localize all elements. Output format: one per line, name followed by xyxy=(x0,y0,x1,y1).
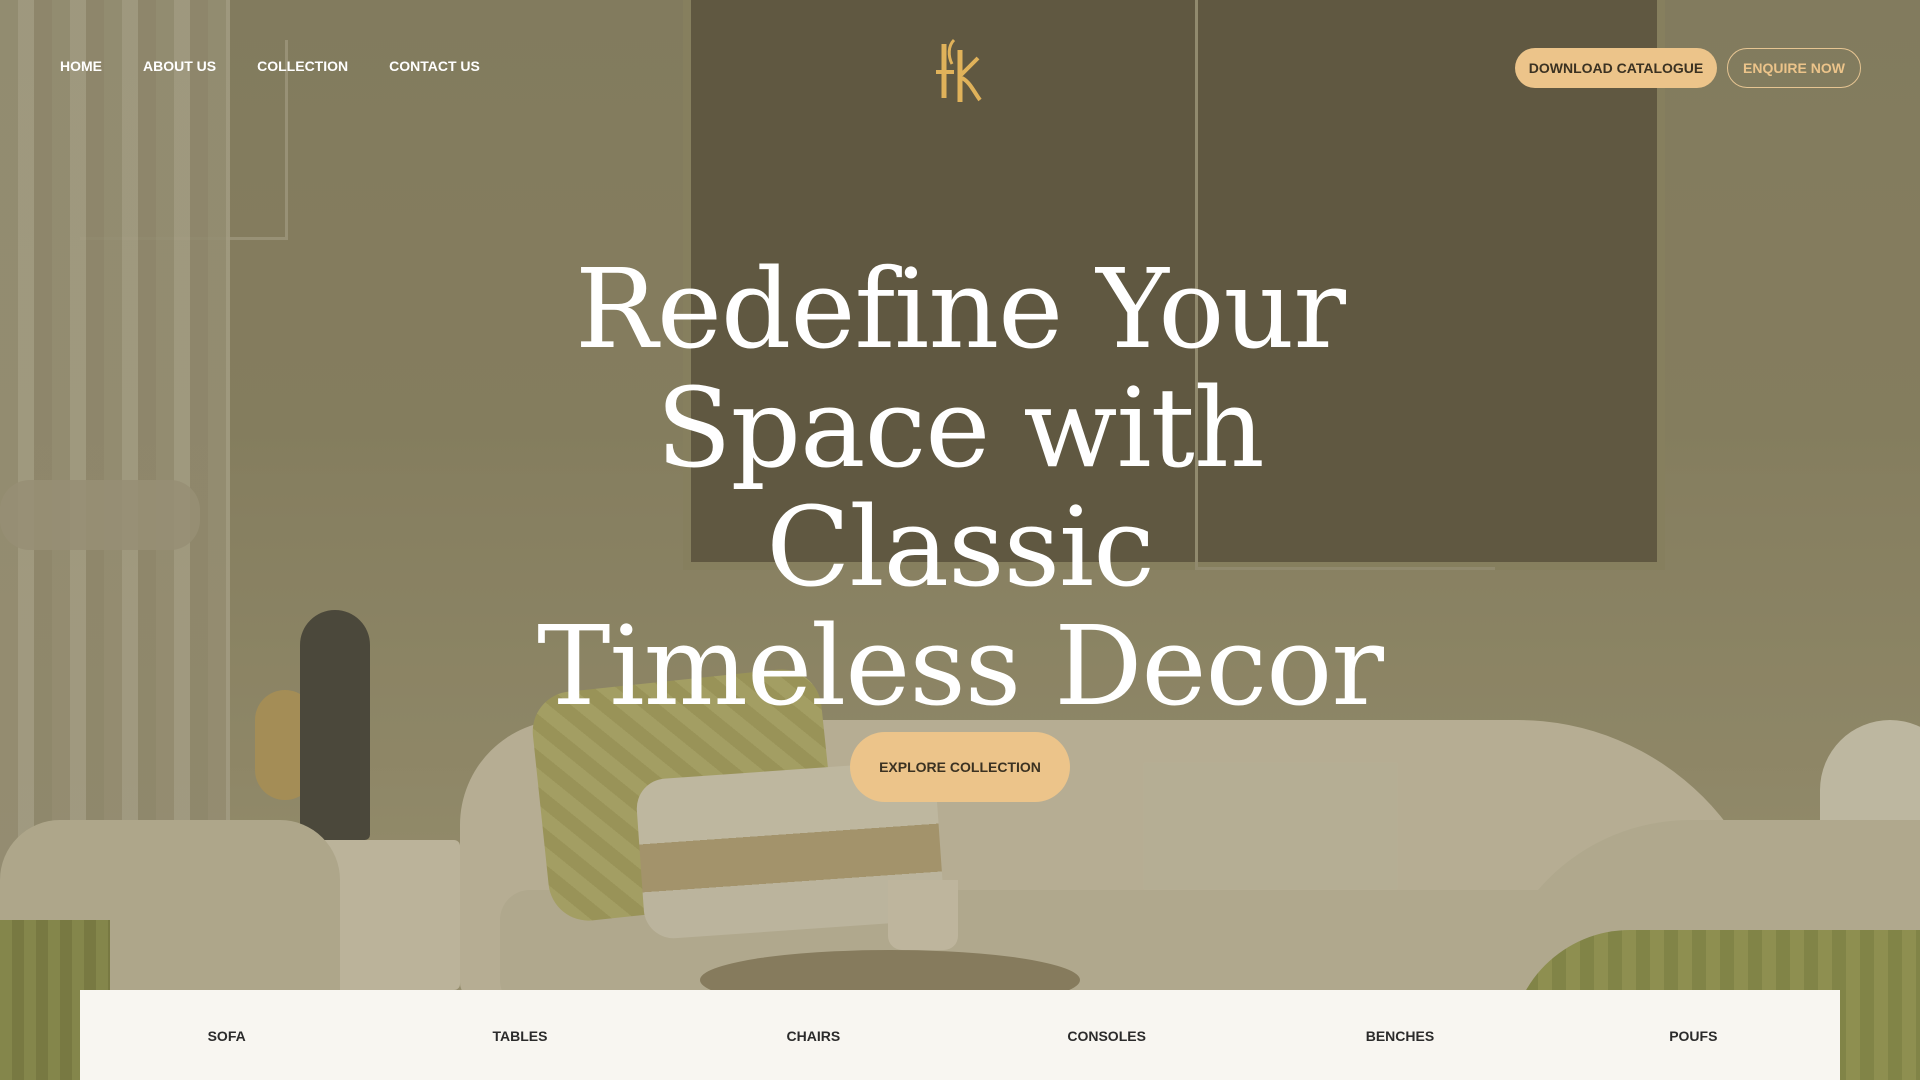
headline-line-2: Space with Classic xyxy=(656,364,1264,611)
category-bar: SOFA TABLES CHAIRS CONSOLES BENCHES POUF… xyxy=(80,990,1840,1080)
explore-collection-button[interactable]: EXPLORE COLLECTION xyxy=(850,732,1070,802)
hero-headline: Redefine Your Space with Classic Timeles… xyxy=(460,250,1460,726)
category-chairs[interactable]: CHAIRS xyxy=(667,990,960,1044)
category-poufs[interactable]: POUFS xyxy=(1547,990,1840,1044)
headline-line-1: Redefine Your xyxy=(575,245,1346,373)
main-nav: HOME ABOUT US COLLECTION CONTACT US xyxy=(60,58,480,74)
download-catalogue-button[interactable]: DOWNLOAD CATALOGUE xyxy=(1515,48,1717,88)
brand-logo[interactable] xyxy=(930,36,990,106)
nav-home[interactable]: HOME xyxy=(60,58,102,74)
enquire-now-button[interactable]: ENQUIRE NOW xyxy=(1727,48,1861,88)
nav-about-us[interactable]: ABOUT US xyxy=(143,58,216,74)
category-tables[interactable]: TABLES xyxy=(373,990,666,1044)
category-benches[interactable]: BENCHES xyxy=(1253,990,1546,1044)
category-consoles[interactable]: CONSOLES xyxy=(960,990,1253,1044)
nav-collection[interactable]: COLLECTION xyxy=(257,58,348,74)
category-sofa[interactable]: SOFA xyxy=(80,990,373,1044)
nav-contact-us[interactable]: CONTACT US xyxy=(389,58,480,74)
headline-line-3: Timeless Decor xyxy=(537,602,1384,730)
logo-mark-icon xyxy=(936,38,982,102)
hero-section: HOME ABOUT US COLLECTION CONTACT US DOWN… xyxy=(0,0,1920,1080)
